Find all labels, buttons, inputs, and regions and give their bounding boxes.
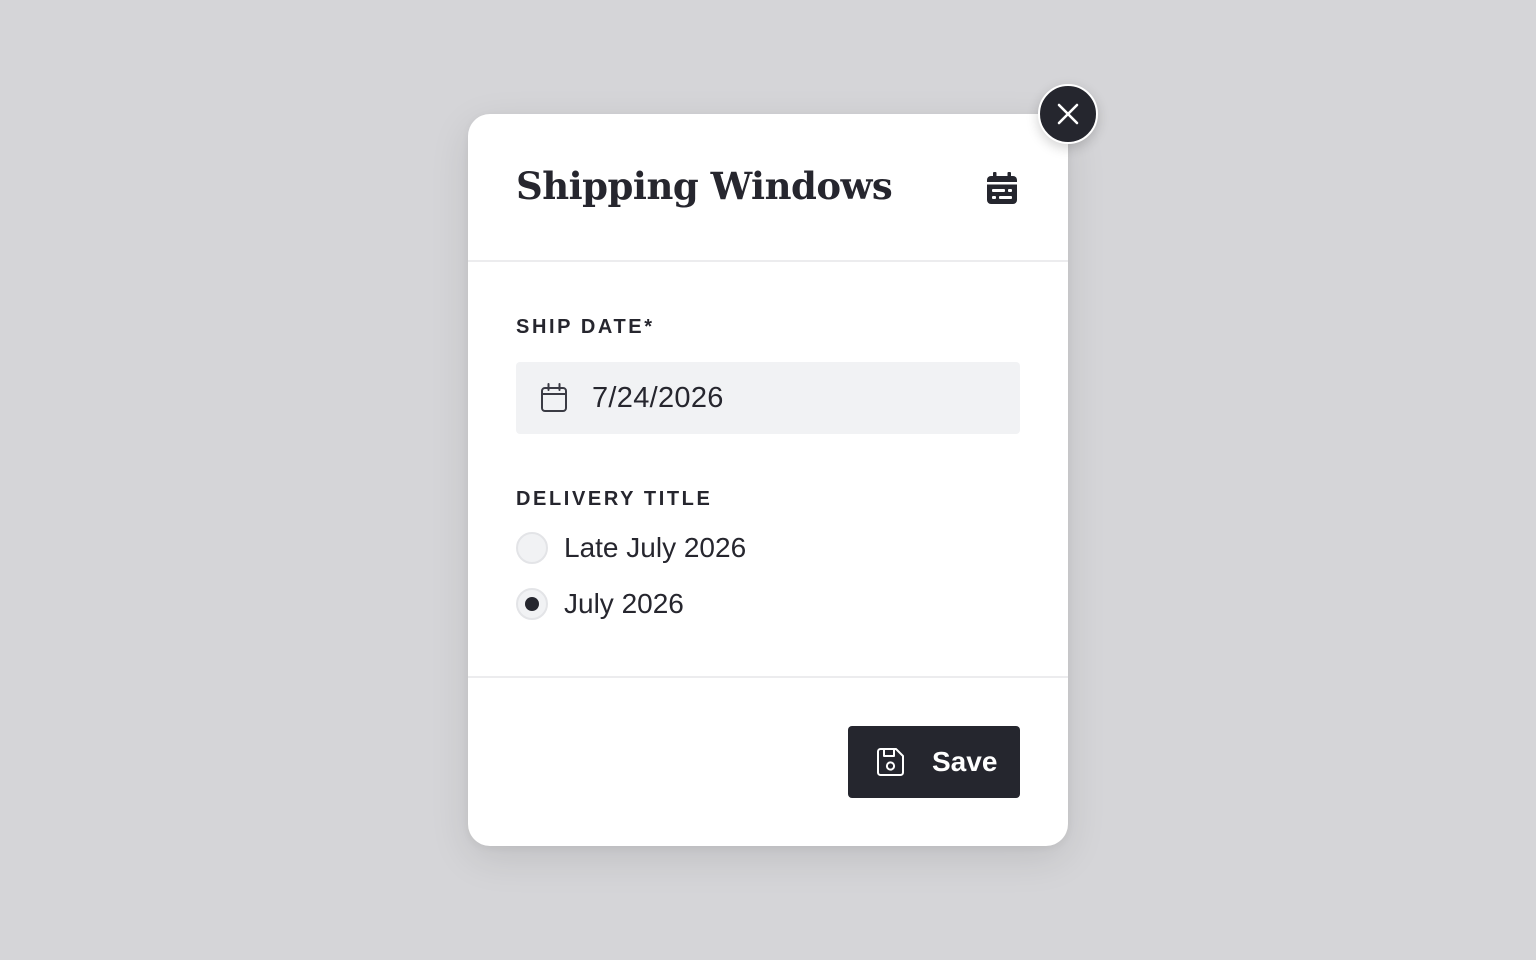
- radio-label: July 2026: [564, 588, 684, 619]
- save-button-label: Save: [932, 746, 998, 777]
- radio-label: Late July 2026: [564, 532, 747, 563]
- radio-dot: [525, 597, 539, 611]
- ship-date-label: SHIP DATE*: [516, 316, 655, 338]
- modal-header: Shipping Windows: [468, 114, 1068, 262]
- shipping-windows-modal: Shipping Windows SHIP DATE* 7/24/2026 DE…: [468, 114, 1068, 846]
- radio-button[interactable]: [516, 532, 548, 564]
- floppy-disk-icon: [874, 746, 906, 778]
- save-button[interactable]: Save: [848, 726, 1020, 798]
- footer-divider: [468, 676, 1068, 678]
- delivery-title-label: DELIVERY TITLE: [516, 488, 713, 510]
- modal-title: Shipping Windows: [516, 164, 893, 208]
- ship-date-input[interactable]: 7/24/2026: [516, 362, 1020, 434]
- close-icon: [1057, 103, 1079, 125]
- radio-option-late-july-2026[interactable]: Late July 2026: [516, 532, 746, 564]
- calendar-event-icon: [984, 170, 1020, 206]
- radio-option-july-2026[interactable]: July 2026: [516, 588, 684, 620]
- ship-date-value: 7/24/2026: [592, 381, 724, 414]
- calendar-icon: [540, 383, 568, 413]
- close-button[interactable]: [1038, 84, 1098, 144]
- radio-button-selected[interactable]: [516, 588, 548, 620]
